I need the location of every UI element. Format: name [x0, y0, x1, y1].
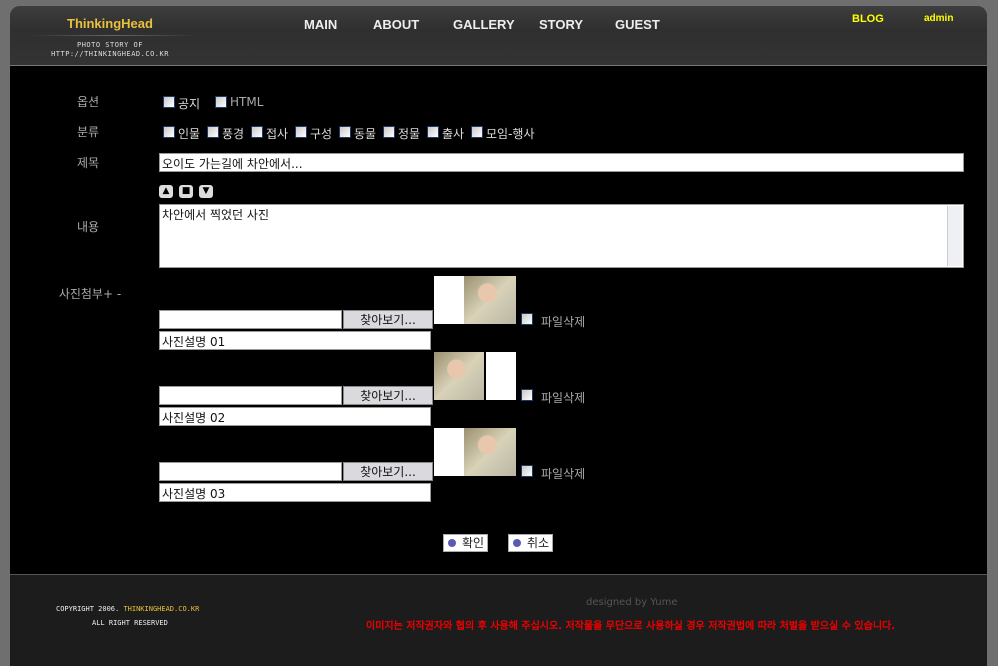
photo-thumbnail [434, 352, 516, 400]
copyright-notice: 이미지는 저작권자와 협의 후 사용해 주십시오. 저작물을 무단으로 사용하실… [366, 621, 896, 632]
photo-desc-input[interactable]: 사진설명 02 [159, 407, 431, 426]
nav-about[interactable]: ABOUT [373, 17, 419, 32]
arrow-circle-icon [513, 539, 521, 547]
notice-label: 공지 [178, 97, 201, 111]
category-option: 구성 [310, 127, 333, 141]
category-option: 동물 [354, 127, 377, 141]
arrow-down-icon[interactable]: ▼ [199, 185, 213, 198]
title-label: 제목 [76, 156, 100, 170]
delete-file-label: 파일삭제 [541, 467, 586, 481]
notice-checkbox[interactable] [163, 96, 175, 108]
photo-thumbnail [434, 276, 516, 324]
file-input[interactable] [159, 462, 342, 481]
category-checkbox[interactable] [295, 126, 307, 138]
footer: COPYRIGHT 2006. THINKINGHEAD.CO.KR ALL R… [10, 574, 987, 654]
browse-button[interactable]: 찾아보기... [343, 386, 433, 405]
category-option: 출사 [442, 127, 465, 141]
photo-desc-input[interactable]: 사진설명 03 [159, 483, 431, 502]
html-label: HTML [230, 95, 264, 109]
write-form: 옵션 공지 HTML 분류 인물 풍경 접사 구성 동물 정물 출사 모임-행사… [10, 66, 987, 574]
divider [28, 35, 198, 36]
nav-main[interactable]: MAIN [304, 17, 337, 32]
option-label: 옵션 [76, 95, 100, 109]
photo-thumbnail [434, 428, 516, 476]
arrow-up-icon[interactable]: ▲ [159, 185, 173, 198]
content-label: 내용 [76, 220, 100, 234]
nav-story[interactable]: STORY [539, 17, 583, 32]
category-checkbox[interactable] [471, 126, 483, 138]
attach-label: 사진첨부+ - [58, 287, 122, 301]
browse-button[interactable]: 찾아보기... [343, 462, 433, 481]
page-frame: ThinkingHead PHOTO STORY OF HTTP://THINKI… [10, 6, 987, 666]
cancel-label: 취소 [527, 536, 550, 550]
delete-file-checkbox[interactable] [521, 465, 533, 477]
category-option: 모임-행사 [486, 127, 535, 141]
tagline-line2: HTTP://THINKINGHEAD.CO.KR [51, 50, 169, 58]
category-option: 풍경 [222, 127, 245, 141]
html-checkbox[interactable] [215, 96, 227, 108]
confirm-label: 확인 [462, 536, 485, 550]
arrow-circle-icon [448, 539, 456, 547]
category-checkbox[interactable] [427, 126, 439, 138]
category-checkbox[interactable] [383, 126, 395, 138]
header: ThinkingHead PHOTO STORY OF HTTP://THINKI… [10, 6, 987, 66]
photo-desc-input[interactable]: 사진설명 01 [159, 331, 431, 350]
tagline-line1: PHOTO STORY OF [76, 41, 143, 49]
category-checkbox[interactable] [339, 126, 351, 138]
confirm-button[interactable]: 확인 [443, 534, 488, 552]
square-icon[interactable]: ■ [179, 185, 193, 198]
nav-admin[interactable]: admin [924, 13, 953, 24]
title-input[interactable]: 오이도 가는길에 차안에서... [159, 153, 964, 172]
designer-credit: designed by Yume [586, 597, 678, 608]
logo[interactable]: ThinkingHead [67, 16, 153, 31]
category-checkbox[interactable] [251, 126, 263, 138]
delete-file-label: 파일삭제 [541, 391, 586, 405]
browse-button[interactable]: 찾아보기... [343, 310, 433, 329]
copyright: COPYRIGHT 2006. THINKINGHEAD.CO.KR [56, 604, 199, 614]
category-option: 정물 [398, 127, 421, 141]
category-option: 접사 [266, 127, 289, 141]
file-input[interactable] [159, 386, 342, 405]
delete-file-checkbox[interactable] [521, 313, 533, 325]
cancel-button[interactable]: 취소 [508, 534, 553, 552]
nav-guest[interactable]: GUEST [615, 17, 660, 32]
nav-gallery[interactable]: GALLERY [453, 17, 515, 32]
content-textarea[interactable]: 차안에서 찍었던 사진 [159, 204, 964, 268]
nav-blog[interactable]: BLOG [852, 13, 884, 25]
category-option: 인물 [178, 127, 201, 141]
copyright-text: COPYRIGHT 2006. [56, 605, 120, 613]
category-checkbox[interactable] [163, 126, 175, 138]
delete-file-checkbox[interactable] [521, 389, 533, 401]
category-label: 분류 [76, 125, 100, 139]
tagline: PHOTO STORY OF HTTP://THINKINGHEAD.CO.KR [30, 41, 190, 59]
scrollbar[interactable] [947, 206, 962, 266]
rights-text: ALL RIGHT RESERVED [92, 619, 168, 627]
delete-file-label: 파일삭제 [541, 315, 586, 329]
file-input[interactable] [159, 310, 342, 329]
category-checkbox[interactable] [207, 126, 219, 138]
copyright-site-link[interactable]: THINKINGHEAD.CO.KR [123, 605, 199, 613]
